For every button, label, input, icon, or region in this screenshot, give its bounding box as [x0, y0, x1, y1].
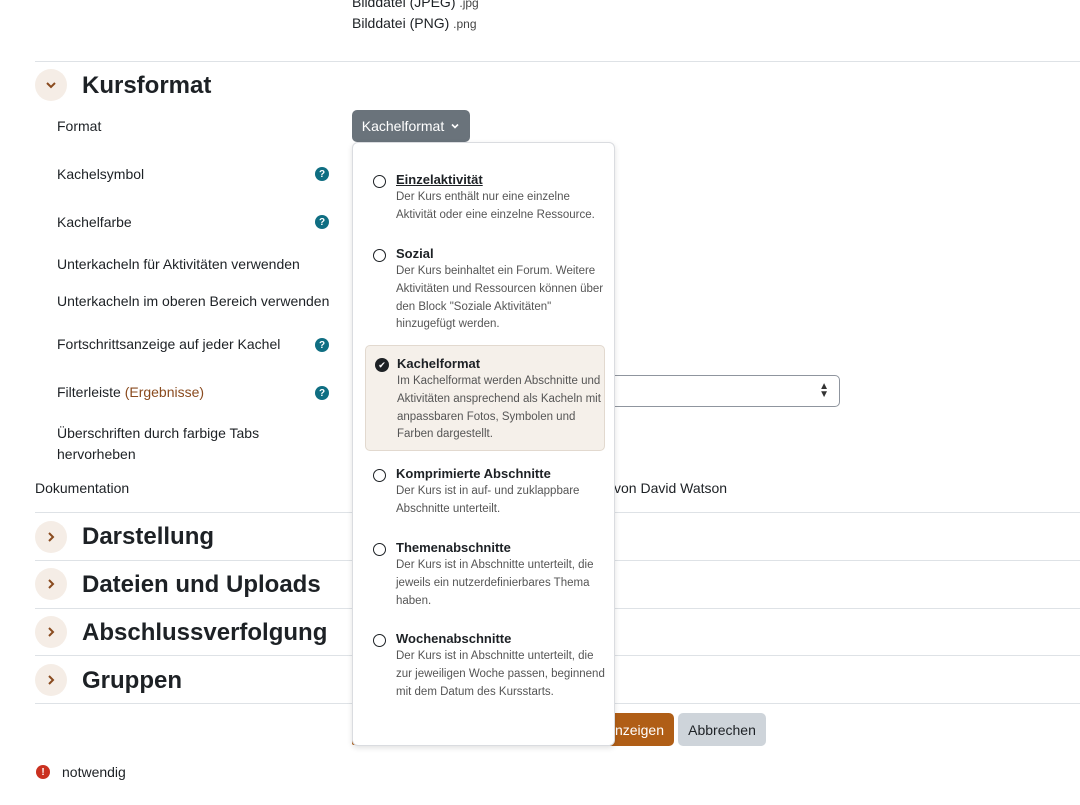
dokumentation-value: von David Watson: [614, 480, 728, 496]
section-toggle-gruppen[interactable]: [35, 664, 67, 696]
option-desc: Der Kurs enthält nur eine einzelne Aktiv…: [396, 191, 595, 221]
radio-icon: [373, 175, 386, 188]
filetype-png: Bilddatei (PNG) .png: [352, 15, 477, 31]
label-kachelsymbol: Kachelsymbol: [57, 166, 145, 182]
label-format: Format: [57, 118, 102, 134]
chevron-right-icon: [48, 579, 55, 589]
section-title-kursformat[interactable]: Kursformat: [82, 72, 211, 100]
option-title: Wochenabschnitte: [396, 631, 512, 646]
required-icon: !: [36, 765, 50, 779]
radio-icon: [373, 469, 386, 482]
label-ueberschriften-line2: hervorheben: [57, 446, 136, 462]
section-title-dateien[interactable]: Dateien und Uploads: [82, 571, 321, 599]
label-filterleiste: Filterleiste (Ergebnisse): [57, 382, 204, 403]
divider: [35, 61, 1080, 62]
filetype-ext: .jpg: [459, 0, 479, 10]
format-dropdown-value: Kachelformat: [361, 118, 445, 134]
section-toggle-dateien[interactable]: [35, 568, 67, 600]
label-kachelfarbe: Kachelfarbe: [57, 214, 132, 230]
section-title-gruppen[interactable]: Gruppen: [82, 667, 182, 695]
option-desc: Der Kurs ist in Abschnitte unterteilt, d…: [396, 559, 594, 607]
option-title: Kachelformat: [397, 356, 481, 371]
format-dropdown-button[interactable]: Kachelformat: [352, 110, 470, 142]
filterleiste-link[interactable]: (Ergebnisse): [125, 384, 204, 400]
label-ueberschriften-line1: Überschriften durch farbige Tabs: [57, 425, 260, 441]
label-dokumentation: Dokumentation: [35, 480, 130, 496]
option-desc: Im Kachelformat werden Abschnitte und Ak…: [397, 375, 601, 441]
format-option-komprimiert[interactable]: Komprimierte Abschnitte Der Kurs ist in …: [365, 465, 605, 519]
check-circle-icon: ✔: [375, 358, 389, 372]
filterleiste-select[interactable]: ▲ ▼: [610, 375, 840, 407]
section-title-darstellung[interactable]: Darstellung: [82, 523, 214, 551]
label-ueberschriften: Überschriften durch farbige Tabs hervorh…: [57, 423, 259, 465]
filetype-name: Bilddatei (JPEG): [352, 0, 456, 10]
chevron-right-icon: [48, 675, 55, 685]
cancel-button[interactable]: Abbrechen: [678, 713, 766, 746]
option-desc: Der Kurs ist in Abschnitte unterteilt, d…: [396, 650, 605, 698]
format-option-wochen[interactable]: Wochenabschnitte Der Kurs ist in Abschni…: [365, 630, 605, 701]
radio-icon: [373, 249, 386, 262]
save-display-button[interactable]: nzeigen: [610, 713, 674, 746]
format-option-sozial[interactable]: Sozial Der Kurs beinhaltet ein Forum. We…: [365, 245, 605, 334]
help-icon[interactable]: ?: [315, 167, 329, 181]
option-desc: Der Kurs ist in auf- und zuklappbare Abs…: [396, 485, 580, 515]
option-title: Themenabschnitte: [396, 540, 511, 555]
help-icon[interactable]: ?: [315, 338, 329, 352]
filetype-name: Bilddatei (PNG): [352, 15, 450, 31]
label-filterleiste-text: Filterleiste: [57, 384, 121, 400]
filetype-jpeg: Bilddatei (JPEG) .jpg: [352, 0, 479, 10]
option-title: Komprimierte Abschnitte: [396, 466, 551, 481]
format-dropdown-menu: Einzelaktivität Der Kurs enthält nur ein…: [352, 142, 615, 746]
select-arrows-icon: ▲ ▼: [819, 381, 829, 400]
help-icon[interactable]: ?: [315, 386, 329, 400]
format-option-kachelformat[interactable]: ✔ Kachelformat Im Kachelformat werden Ab…: [365, 345, 605, 451]
label-fortschritt: Fortschrittsanzeige auf jeder Kachel: [57, 336, 281, 352]
chevron-down-icon: [451, 123, 459, 129]
section-title-abschluss[interactable]: Abschlussverfolgung: [82, 619, 327, 647]
chevron-down-icon: [46, 82, 56, 89]
section-toggle-kursformat[interactable]: [35, 69, 67, 101]
help-icon[interactable]: ?: [315, 215, 329, 229]
required-legend: notwendig: [62, 764, 126, 780]
section-toggle-abschluss[interactable]: [35, 616, 67, 648]
radio-icon: [373, 543, 386, 556]
option-title: Einzelaktivität: [396, 172, 483, 187]
section-toggle-darstellung[interactable]: [35, 521, 67, 553]
option-desc: Der Kurs beinhaltet ein Forum. Weitere A…: [396, 265, 604, 331]
radio-icon: [373, 634, 386, 647]
label-unterkacheln-oben: Unterkacheln im oberen Bereich verwenden: [57, 293, 330, 309]
chevron-right-icon: [48, 532, 55, 542]
format-option-themen[interactable]: Themenabschnitte Der Kurs ist in Abschni…: [365, 539, 605, 610]
filetype-ext: .png: [453, 17, 477, 31]
label-unterkacheln-aktivitaeten: Unterkacheln für Aktivitäten verwenden: [57, 256, 300, 272]
format-option-einzelaktivitaet[interactable]: Einzelaktivität Der Kurs enthält nur ein…: [365, 171, 605, 225]
chevron-right-icon: [48, 627, 55, 637]
option-title: Sozial: [396, 246, 434, 261]
